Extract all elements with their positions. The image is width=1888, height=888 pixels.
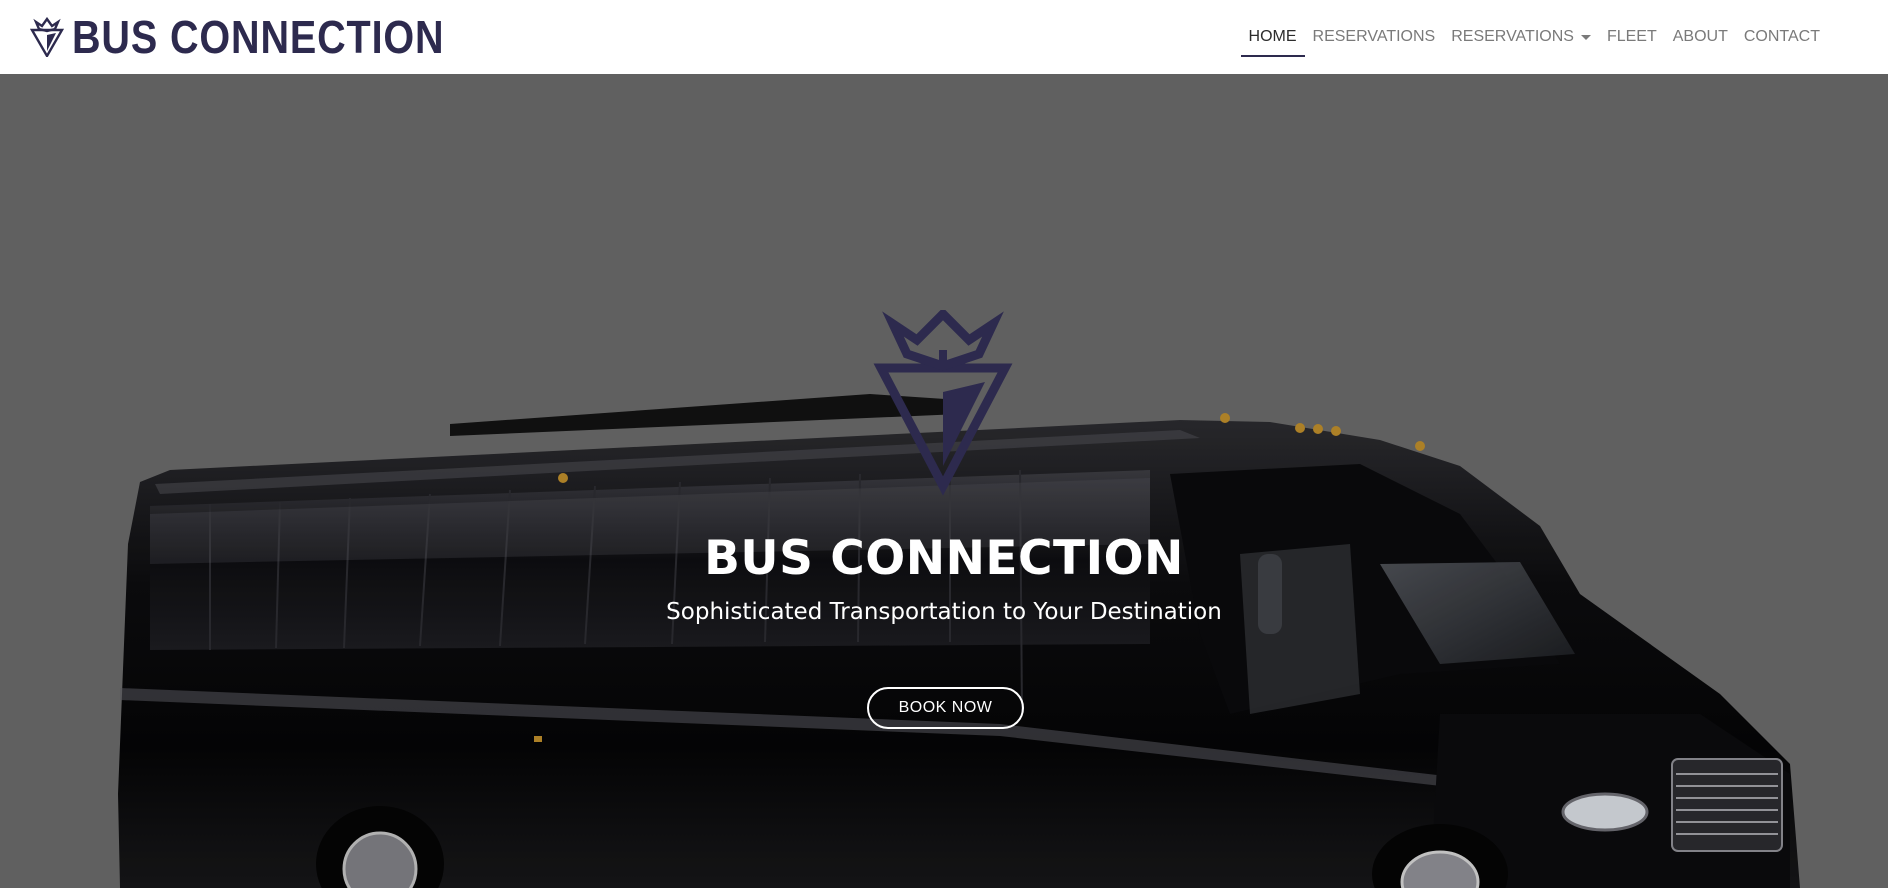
nav-about-label: ABOUT [1672,28,1728,45]
caret-down-icon [1580,34,1591,40]
hero-title: BUS CONNECTION [704,531,1184,586]
brand-logo-link[interactable]: BUS CONNECTION [30,14,505,60]
nav-reservations-dropdown[interactable]: RESERVATIONS [1443,0,1599,74]
nav-about[interactable]: ABOUT [1665,0,1736,74]
nav-contact[interactable]: CONTACT [1736,0,1828,74]
hero-section: BUS CONNECTION Sophisticated Transportat… [0,74,1888,888]
hero-subtitle: Sophisticated Transportation to Your Des… [666,599,1222,625]
brand-name: BUS CONNECTION [72,11,445,63]
crown-v-emblem-icon [30,17,64,57]
book-now-button[interactable]: BOOK NOW [867,687,1024,729]
hero-crown-v-emblem-icon [873,310,1013,496]
nav-home[interactable]: HOME [1240,0,1305,74]
main-nav: HOME RESERVATIONS RESERVATIONS FLEET ABO… [1240,0,1828,74]
nav-contact-label: CONTACT [1743,28,1820,45]
nav-fleet[interactable]: FLEET [1599,0,1665,74]
nav-reservations-dropdown-label: RESERVATIONS [1451,28,1574,45]
nav-home-label: HOME [1248,28,1297,45]
nav-reservations-label: RESERVATIONS [1312,28,1436,45]
nav-fleet-label: FLEET [1606,28,1657,45]
nav-reservations[interactable]: RESERVATIONS [1305,0,1444,74]
top-navbar: BUS CONNECTION HOME RESERVATIONS RESERVA… [0,0,1888,74]
